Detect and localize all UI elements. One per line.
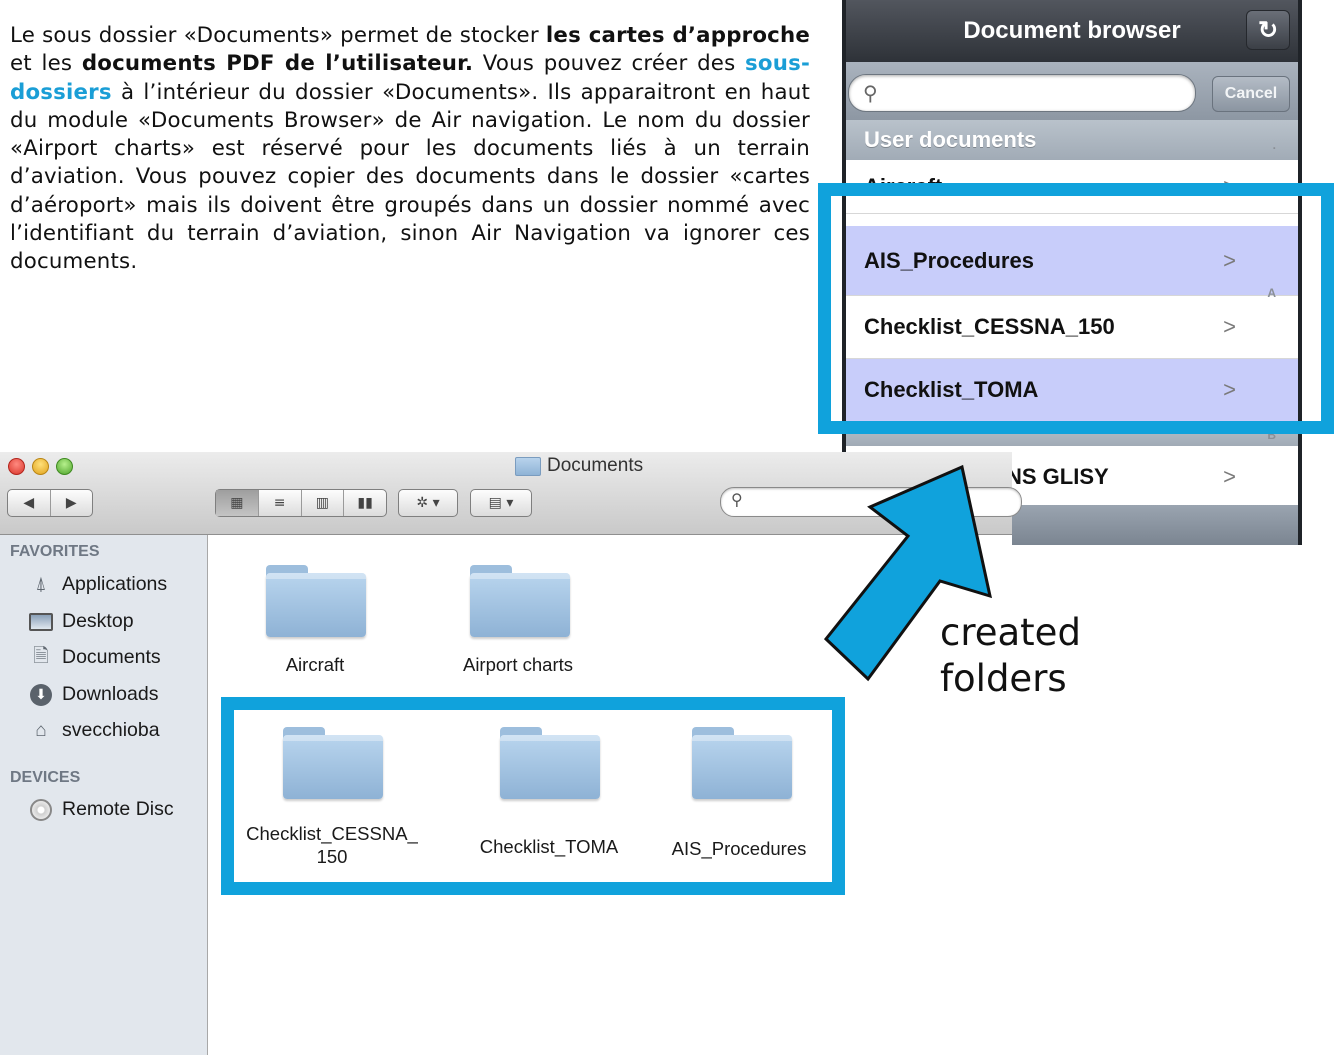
callout-label: created folders — [940, 611, 1081, 700]
pointer-arrow — [823, 464, 993, 682]
